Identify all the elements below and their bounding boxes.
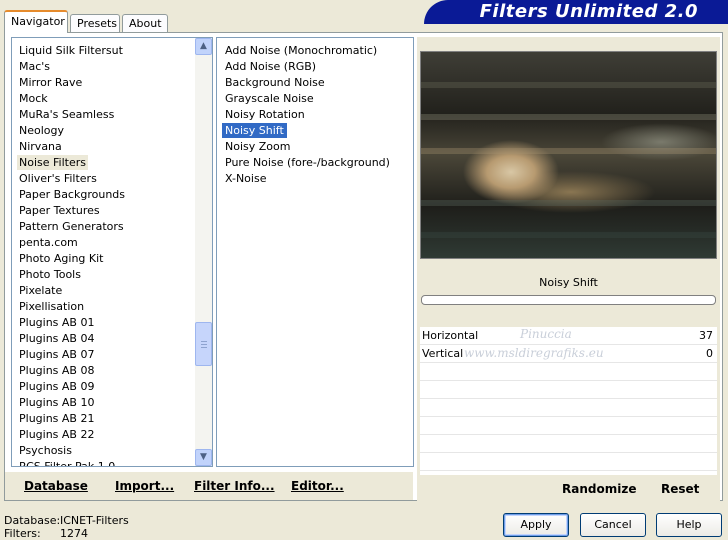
category-list[interactable]: ▲ ▼ Liquid Silk Filtersut Mac's Mirror Rav… (11, 37, 213, 467)
apply-button[interactable]: Apply (503, 513, 569, 537)
filter-list[interactable]: Add Noise (Monochromatic) Add Noise (RGB)… (216, 37, 414, 467)
category-item[interactable]: Plugins AB 07 (17, 347, 96, 362)
editor-button[interactable]: Editor... (291, 479, 344, 493)
filter-item[interactable]: Background Noise (222, 75, 328, 90)
filter-item[interactable]: Noisy Zoom (222, 139, 293, 154)
category-item[interactable]: Psychosis (17, 443, 74, 458)
param-row-empty (420, 417, 717, 435)
database-button[interactable]: Database (24, 479, 88, 493)
category-scrollbar[interactable]: ▲ ▼ (195, 38, 212, 466)
param-row-empty (420, 363, 717, 381)
reset-button[interactable]: Reset (661, 482, 699, 496)
param-row-empty (420, 381, 717, 399)
param-row-empty (420, 435, 717, 453)
category-item[interactable]: Plugins AB 10 (17, 395, 96, 410)
filters-info: Filters: 1274 (4, 527, 88, 540)
filter-item[interactable]: Noisy Shift (222, 123, 287, 138)
category-item[interactable]: Plugins AB 08 (17, 363, 96, 378)
filter-item[interactable]: Add Noise (Monochromatic) (222, 43, 380, 58)
category-item[interactable]: Plugins AB 22 (17, 427, 96, 442)
tab-about[interactable]: About (122, 14, 168, 33)
filter-item[interactable]: Add Noise (RGB) (222, 59, 319, 74)
category-item[interactable]: Mac's (17, 59, 52, 74)
category-item[interactable]: Pixellisation (17, 299, 86, 314)
category-item[interactable]: Photo Aging Kit (17, 251, 105, 266)
category-item[interactable]: RCS Filter Pak 1.0 (17, 459, 117, 466)
parameter-list: Horizontal 37 Vertical 0 Pinuccia www.ms… (420, 327, 717, 475)
preview-image (420, 51, 717, 259)
right-toolbar: Randomize Reset (417, 473, 720, 501)
category-item[interactable]: Mock (17, 91, 50, 106)
scroll-down-button[interactable]: ▼ (195, 449, 212, 466)
filter-item[interactable]: X-Noise (222, 171, 269, 186)
filter-name-label: Noisy Shift (539, 276, 598, 289)
param-value[interactable]: 37 (699, 329, 713, 342)
database-info: Database:ICNET-Filters (4, 514, 129, 527)
category-item[interactable]: Plugins AB 04 (17, 331, 96, 346)
category-item[interactable]: Plugins AB 21 (17, 411, 96, 426)
param-value[interactable]: 0 (706, 347, 713, 360)
database-value: ICNET-Filters (60, 514, 129, 527)
brand-banner: Filters Unlimited 2.0 (424, 0, 728, 24)
category-item[interactable]: Neology (17, 123, 66, 138)
category-item[interactable]: MuRa's Seamless (17, 107, 116, 122)
category-item[interactable]: Photo Tools (17, 267, 83, 282)
param-label: Horizontal (422, 329, 479, 342)
cancel-button[interactable]: Cancel (580, 513, 646, 537)
filter-item[interactable]: Pure Noise (fore-/background) (222, 155, 393, 170)
progress-bar (421, 295, 716, 305)
scroll-up-button[interactable]: ▲ (195, 38, 212, 55)
category-item[interactable]: Mirror Rave (17, 75, 84, 90)
import-button[interactable]: Import... (115, 479, 174, 493)
category-item[interactable]: Oliver's Filters (17, 171, 99, 186)
param-row-horizontal[interactable]: Horizontal 37 (420, 327, 717, 345)
category-item[interactable]: penta.com (17, 235, 80, 250)
tab-navigator[interactable]: Navigator (4, 10, 68, 33)
filter-info-button[interactable]: Filter Info... (194, 479, 275, 493)
help-button[interactable]: Help (656, 513, 722, 537)
tab-presets[interactable]: Presets (70, 14, 120, 33)
database-label: Database: (4, 514, 61, 527)
brand-title: Filters Unlimited 2.0 (479, 1, 698, 22)
scroll-thumb[interactable] (195, 322, 212, 366)
category-item[interactable]: Plugins AB 01 (17, 315, 96, 330)
randomize-button[interactable]: Randomize (562, 482, 636, 496)
filter-item[interactable]: Grayscale Noise (222, 91, 317, 106)
left-toolbar: Database Import... Filter Info... Editor… (5, 472, 413, 500)
category-item[interactable]: Paper Backgrounds (17, 187, 127, 202)
category-item[interactable]: Pattern Generators (17, 219, 126, 234)
param-row-empty (420, 453, 717, 471)
category-item[interactable]: Liquid Silk Filtersut (17, 43, 125, 58)
category-item[interactable]: Paper Textures (17, 203, 102, 218)
filter-item[interactable]: Noisy Rotation (222, 107, 308, 122)
category-item[interactable]: Plugins AB 09 (17, 379, 96, 394)
category-item[interactable]: Pixelate (17, 283, 64, 298)
navigator-panel: ▲ ▼ Liquid Silk Filtersut Mac's Mirror Rav… (4, 32, 723, 501)
filter-settings-panel: Noisy Shift Horizontal 37 Vertical 0 Pin… (417, 37, 720, 501)
param-row-empty (420, 399, 717, 417)
param-label: Vertical (422, 347, 464, 360)
param-row-vertical[interactable]: Vertical 0 (420, 345, 717, 363)
filters-count: 1274 (60, 527, 88, 540)
category-item[interactable]: Nirvana (17, 139, 64, 154)
category-item[interactable]: Noise Filters (17, 155, 88, 170)
filters-label: Filters: (4, 527, 41, 540)
